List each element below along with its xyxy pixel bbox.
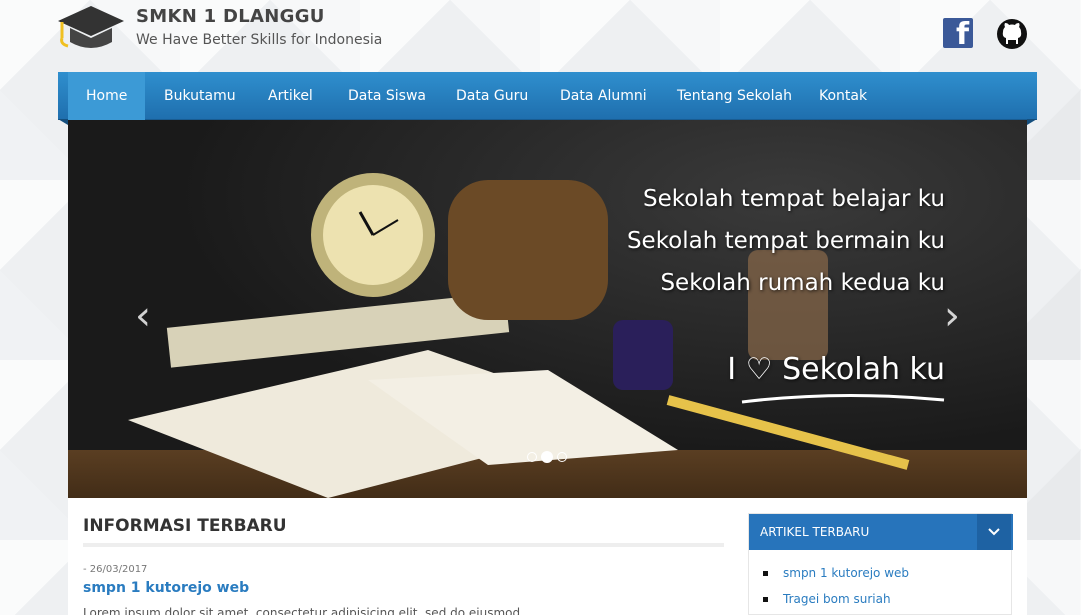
facebook-icon[interactable]: f [943, 18, 973, 50]
github-icon[interactable] [996, 18, 1028, 50]
chevron-down-icon[interactable] [977, 514, 1011, 550]
nav-item-bukutamu[interactable]: Bukutamu [146, 72, 254, 120]
article-link[interactable]: Tragei bom suriah [763, 592, 909, 615]
chevron-right-icon[interactable]: › [939, 296, 965, 336]
post-excerpt: Lorem ipsum dolor sit amet, consectetur … [83, 606, 521, 615]
slider-dots [527, 451, 567, 463]
sidebar-widget: ARTIKEL TERBARU smpn 1 kutorejo web Trag… [748, 513, 1013, 615]
slide-illustration [128, 173, 910, 498]
site-tagline: We Have Better Skills for Indonesia [136, 32, 383, 48]
graduation-cap-icon[interactable] [56, 4, 126, 56]
slide-line-3: Sekolah rumah kedua ku [660, 270, 945, 296]
site-title[interactable]: SMKN 1 DLANGGU [136, 6, 325, 27]
nav-item-data-alumni[interactable]: Data Alumni [542, 72, 665, 120]
nav-item-data-guru[interactable]: Data Guru [438, 72, 546, 120]
widget-title: ARTIKEL TERBARU [749, 514, 1013, 550]
brush-underline [741, 393, 945, 404]
site-header: SMKN 1 DLANGGU We Have Better Skills for… [0, 0, 1081, 72]
article-list: smpn 1 kutorejo web Tragei bom suriah [763, 566, 909, 615]
post-title-link[interactable]: smpn 1 kutorejo web [83, 580, 249, 596]
slide-headline: I ♡ Sekolah ku [727, 352, 945, 387]
heading-divider [83, 543, 724, 547]
nav-item-artikel[interactable]: Artikel [250, 72, 331, 120]
hero-slider[interactable]: Sekolah tempat belajar ku Sekolah tempat… [68, 120, 1027, 498]
nav-item-tentang-sekolah[interactable]: Tentang Sekolah [659, 72, 810, 120]
chevron-left-icon[interactable]: ‹ [130, 296, 156, 336]
slide-line-1: Sekolah tempat belajar ku [643, 186, 945, 212]
section-heading: INFORMASI TERBARU [83, 516, 287, 536]
post-date: - 26/03/2017 [83, 564, 148, 575]
slider-dot-2[interactable] [541, 451, 553, 463]
main-content: INFORMASI TERBARU - 26/03/2017 smpn 1 ku… [68, 498, 1027, 615]
article-link[interactable]: smpn 1 kutorejo web [763, 566, 909, 592]
nav-item-home[interactable]: Home [68, 72, 146, 120]
nav-item-data-siswa[interactable]: Data Siswa [330, 72, 444, 120]
slider-dot-3[interactable] [557, 452, 567, 462]
main-nav: Home Bukutamu Artikel Data Siswa Data Gu… [58, 72, 1037, 125]
slider-dot-1[interactable] [527, 452, 537, 462]
nav-item-kontak[interactable]: Kontak [801, 72, 885, 120]
slide-line-2: Sekolah tempat bermain ku [626, 228, 945, 254]
